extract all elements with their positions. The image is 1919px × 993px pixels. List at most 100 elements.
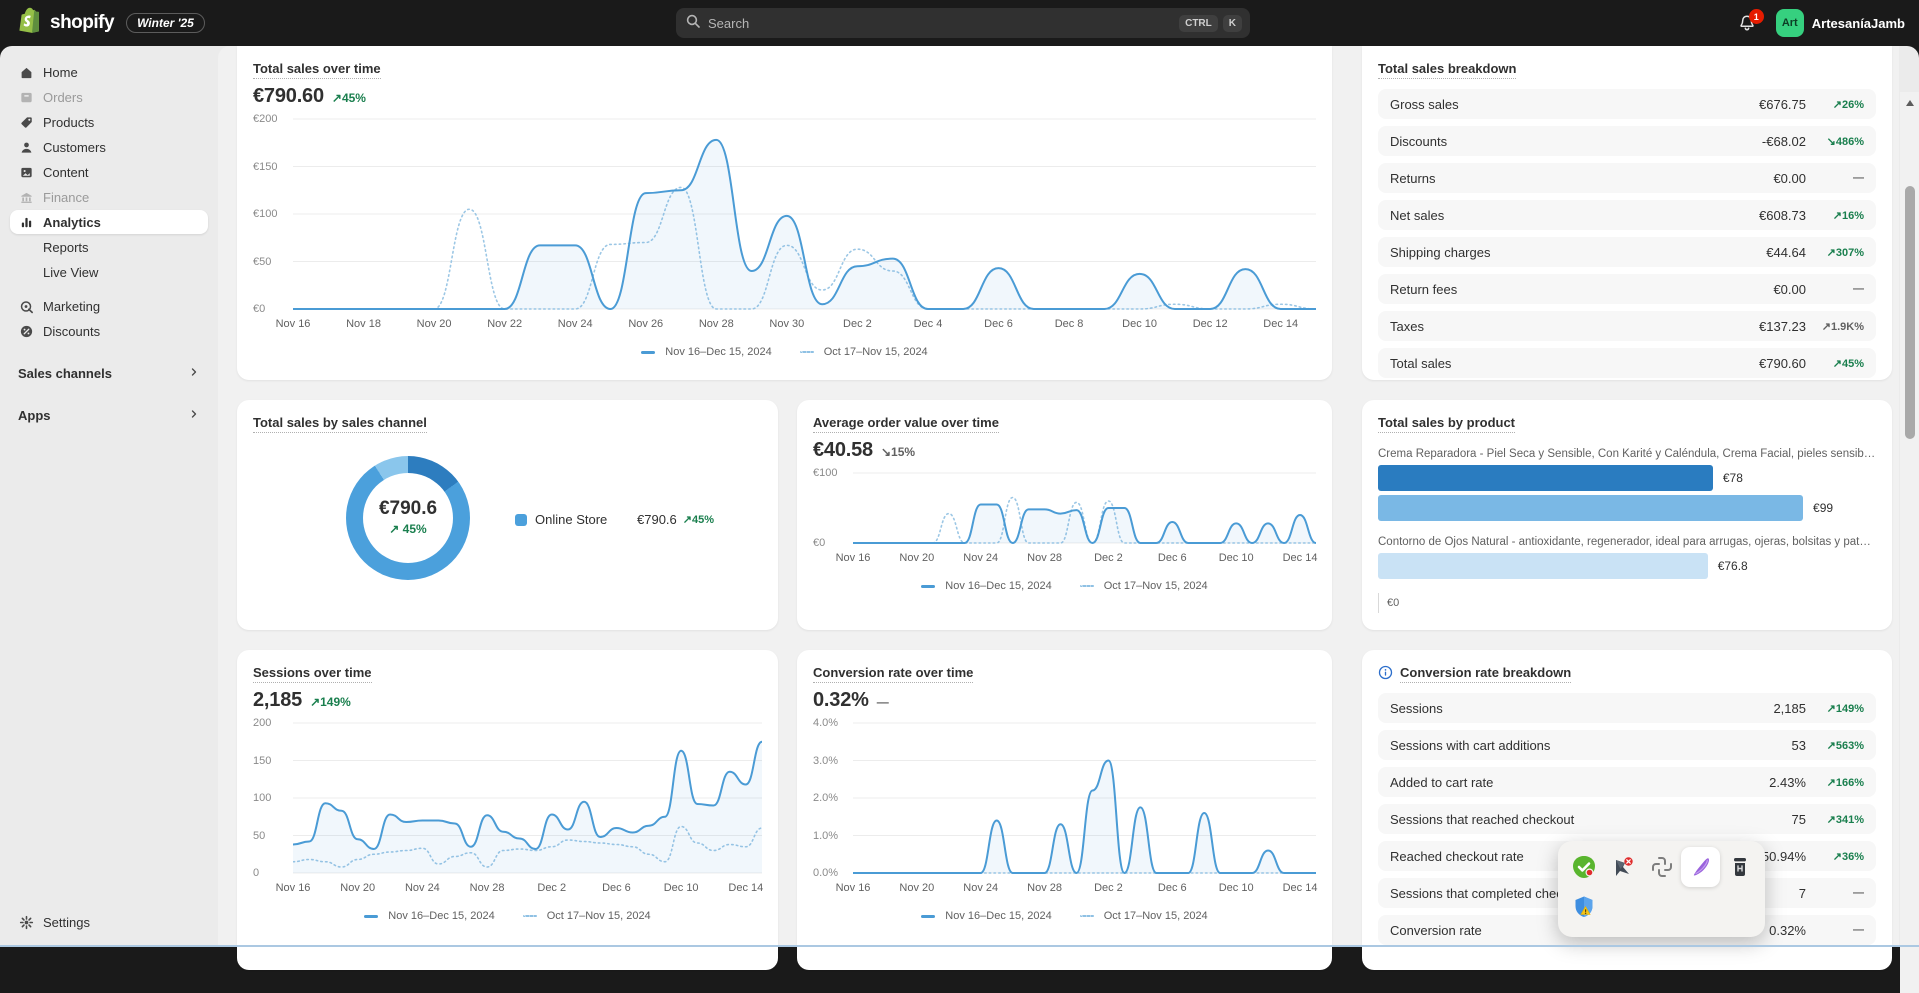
table-row[interactable]: Return fees€0.00— bbox=[1378, 274, 1876, 304]
legend-solid-swatch bbox=[921, 915, 935, 918]
orders-icon bbox=[18, 89, 34, 105]
sidebar-item-customers[interactable]: Customers bbox=[10, 135, 208, 159]
card-title[interactable]: Total sales by product bbox=[1378, 415, 1515, 433]
flag-error-extension-icon[interactable] bbox=[1603, 847, 1642, 887]
table-row[interactable]: Sessions with cart additions53↗563% bbox=[1378, 730, 1876, 760]
feather-extension-icon[interactable] bbox=[1681, 847, 1720, 887]
conversion-line-chart bbox=[853, 720, 1316, 876]
scrollbar-thumb[interactable] bbox=[1905, 186, 1915, 439]
card-title[interactable]: Total sales breakdown bbox=[1378, 61, 1516, 79]
table-row[interactable]: Total sales€790.60↗45% bbox=[1378, 348, 1876, 378]
sessions-line-chart bbox=[293, 720, 762, 876]
search-bar[interactable]: CTRL K bbox=[676, 8, 1250, 38]
x-axis-labels: Nov 16Nov 20Nov 24Nov 28Dec 2Dec 6Dec 10… bbox=[853, 552, 1316, 568]
product-bar[interactable] bbox=[1378, 465, 1713, 491]
shopify-bag-icon bbox=[18, 7, 42, 39]
legend-dotted-swatch bbox=[800, 351, 814, 353]
breakdown-table: Gross sales€676.75↗26% Discounts-€68.02↘… bbox=[1378, 89, 1876, 378]
conversion-delta: — bbox=[877, 695, 889, 709]
legend-solid-swatch bbox=[364, 915, 378, 918]
table-row[interactable]: Sessions2,185↗149% bbox=[1378, 693, 1876, 723]
discounts-icon bbox=[18, 323, 34, 339]
sidebar-item-settings[interactable]: Settings bbox=[10, 910, 208, 934]
sessions-value: 2,185 bbox=[253, 689, 302, 712]
bar-value-label: €78 bbox=[1723, 471, 1743, 485]
total-sales-value: €790.60 bbox=[253, 85, 324, 108]
sidebar-section-apps[interactable]: Apps bbox=[10, 403, 208, 427]
legend-dotted-swatch bbox=[1080, 585, 1094, 587]
info-icon[interactable] bbox=[1378, 665, 1393, 680]
scrollbar[interactable] bbox=[1900, 92, 1919, 993]
donut-center-label: €790.6 ↗ 45% bbox=[346, 498, 470, 536]
table-row[interactable]: Discounts-€68.02↘486% bbox=[1378, 126, 1876, 156]
bar-row: €76.8 bbox=[1378, 553, 1876, 579]
card-title[interactable]: Conversion rate breakdown bbox=[1400, 665, 1571, 683]
table-row[interactable]: Net sales€608.73↗16% bbox=[1378, 200, 1876, 230]
legend-dotted-swatch bbox=[1080, 915, 1094, 917]
search-input[interactable] bbox=[708, 16, 1174, 31]
chevron-right-icon bbox=[188, 408, 200, 423]
marketing-icon bbox=[18, 298, 34, 314]
table-row[interactable]: Taxes€137.23↗1.9K% bbox=[1378, 311, 1876, 341]
sidebar-item-orders[interactable]: Orders bbox=[10, 85, 208, 109]
legend-solid-swatch bbox=[921, 585, 935, 588]
card-title[interactable]: Sessions over time bbox=[253, 665, 372, 683]
sidebar-section-sales-channels[interactable]: Sales channels bbox=[10, 361, 208, 385]
sidebar-item-live-view[interactable]: Live View bbox=[10, 260, 208, 284]
table-row[interactable]: Shipping charges€44.64↗307% bbox=[1378, 237, 1876, 267]
sidebar-item-finance[interactable]: Finance bbox=[10, 185, 208, 209]
version-badge[interactable]: Winter '25 bbox=[126, 13, 205, 33]
chart-legend: Nov 16–Dec 15, 2024 Oct 17–Nov 15, 2024 bbox=[253, 910, 762, 922]
card-total-sales-over-time: Total sales over time €790.60 ↗45% €200€… bbox=[237, 46, 1332, 380]
card-average-order-value: Average order value over time €40.58 ↘15… bbox=[797, 400, 1332, 630]
sidebar: Home Orders Products Customers Content F… bbox=[0, 46, 218, 947]
chart-legend: Nov 16–Dec 15, 2024 Oct 17–Nov 15, 2024 bbox=[253, 346, 1316, 358]
scroll-up-arrow-icon[interactable] bbox=[1906, 100, 1914, 106]
sidebar-item-products[interactable]: Products bbox=[10, 110, 208, 134]
sidebar-item-marketing[interactable]: Marketing bbox=[10, 294, 208, 318]
channel-legend-row: Online Store bbox=[515, 512, 607, 527]
sidebar-item-home[interactable]: Home bbox=[10, 60, 208, 84]
card-title[interactable]: Total sales over time bbox=[253, 61, 381, 79]
products-icon bbox=[18, 114, 34, 130]
y-axis-labels: 4.0%3.0%2.0%1.0%0.0% bbox=[813, 720, 853, 876]
kbd-ctrl: CTRL bbox=[1179, 15, 1218, 32]
legend-swatch bbox=[515, 514, 527, 526]
card-title[interactable]: Total sales by sales channel bbox=[253, 415, 427, 433]
store-avatar: Art bbox=[1776, 9, 1804, 37]
knot-extension-icon[interactable] bbox=[1642, 847, 1681, 887]
card-total-sales-by-product: Total sales by product Crema Reparadora … bbox=[1362, 400, 1892, 630]
bar-row: €78 bbox=[1378, 465, 1876, 491]
trash-extension-icon[interactable] bbox=[1720, 847, 1759, 887]
sidebar-item-discounts[interactable]: Discounts bbox=[10, 319, 208, 343]
topbar: shopify Winter '25 CTRL K 1 Art Artesaní… bbox=[0, 0, 1919, 46]
bar-row: €99 bbox=[1378, 495, 1876, 521]
table-row[interactable]: Added to cart rate2.43%↗166% bbox=[1378, 767, 1876, 797]
store-name: ArtesaníaJamb bbox=[1812, 16, 1905, 31]
content-icon bbox=[18, 164, 34, 180]
product-bar[interactable] bbox=[1378, 495, 1803, 521]
table-row[interactable]: Gross sales€676.75↗26% bbox=[1378, 89, 1876, 119]
product-bar[interactable] bbox=[1378, 553, 1708, 579]
x-axis-labels: Nov 16Nov 20Nov 24Nov 28Dec 2Dec 6Dec 10… bbox=[853, 882, 1316, 898]
sidebar-item-analytics[interactable]: Analytics bbox=[10, 210, 208, 234]
kbd-k: K bbox=[1223, 15, 1242, 32]
notifications-button[interactable]: 1 bbox=[1732, 8, 1762, 38]
shopify-logo[interactable]: shopify bbox=[18, 7, 114, 39]
table-row[interactable]: Returns€0.00— bbox=[1378, 163, 1876, 193]
sidebar-item-reports[interactable]: Reports bbox=[10, 235, 208, 259]
sidebar-item-content[interactable]: Content bbox=[10, 160, 208, 184]
product-name: Contorno de Ojos Natural - antioxidante,… bbox=[1378, 536, 1876, 548]
card-title[interactable]: Average order value over time bbox=[813, 415, 999, 433]
store-menu[interactable]: Art ArtesaníaJamb bbox=[1776, 9, 1905, 37]
card-title[interactable]: Conversion rate over time bbox=[813, 665, 973, 683]
notification-count-badge: 1 bbox=[1749, 9, 1764, 24]
table-row[interactable]: Sessions that reached checkout75↗341% bbox=[1378, 804, 1876, 834]
home-icon bbox=[18, 64, 34, 80]
x-axis-zero-label: €0 bbox=[1378, 593, 1876, 613]
shield-warning-extension-icon[interactable] bbox=[1564, 887, 1603, 927]
main-content: Total sales over time €790.60 ↗45% €200€… bbox=[218, 46, 1899, 947]
aov-value: €40.58 bbox=[813, 439, 873, 462]
bar-value-label: €76.8 bbox=[1718, 559, 1748, 573]
green-check-extension-icon[interactable] bbox=[1564, 847, 1603, 887]
